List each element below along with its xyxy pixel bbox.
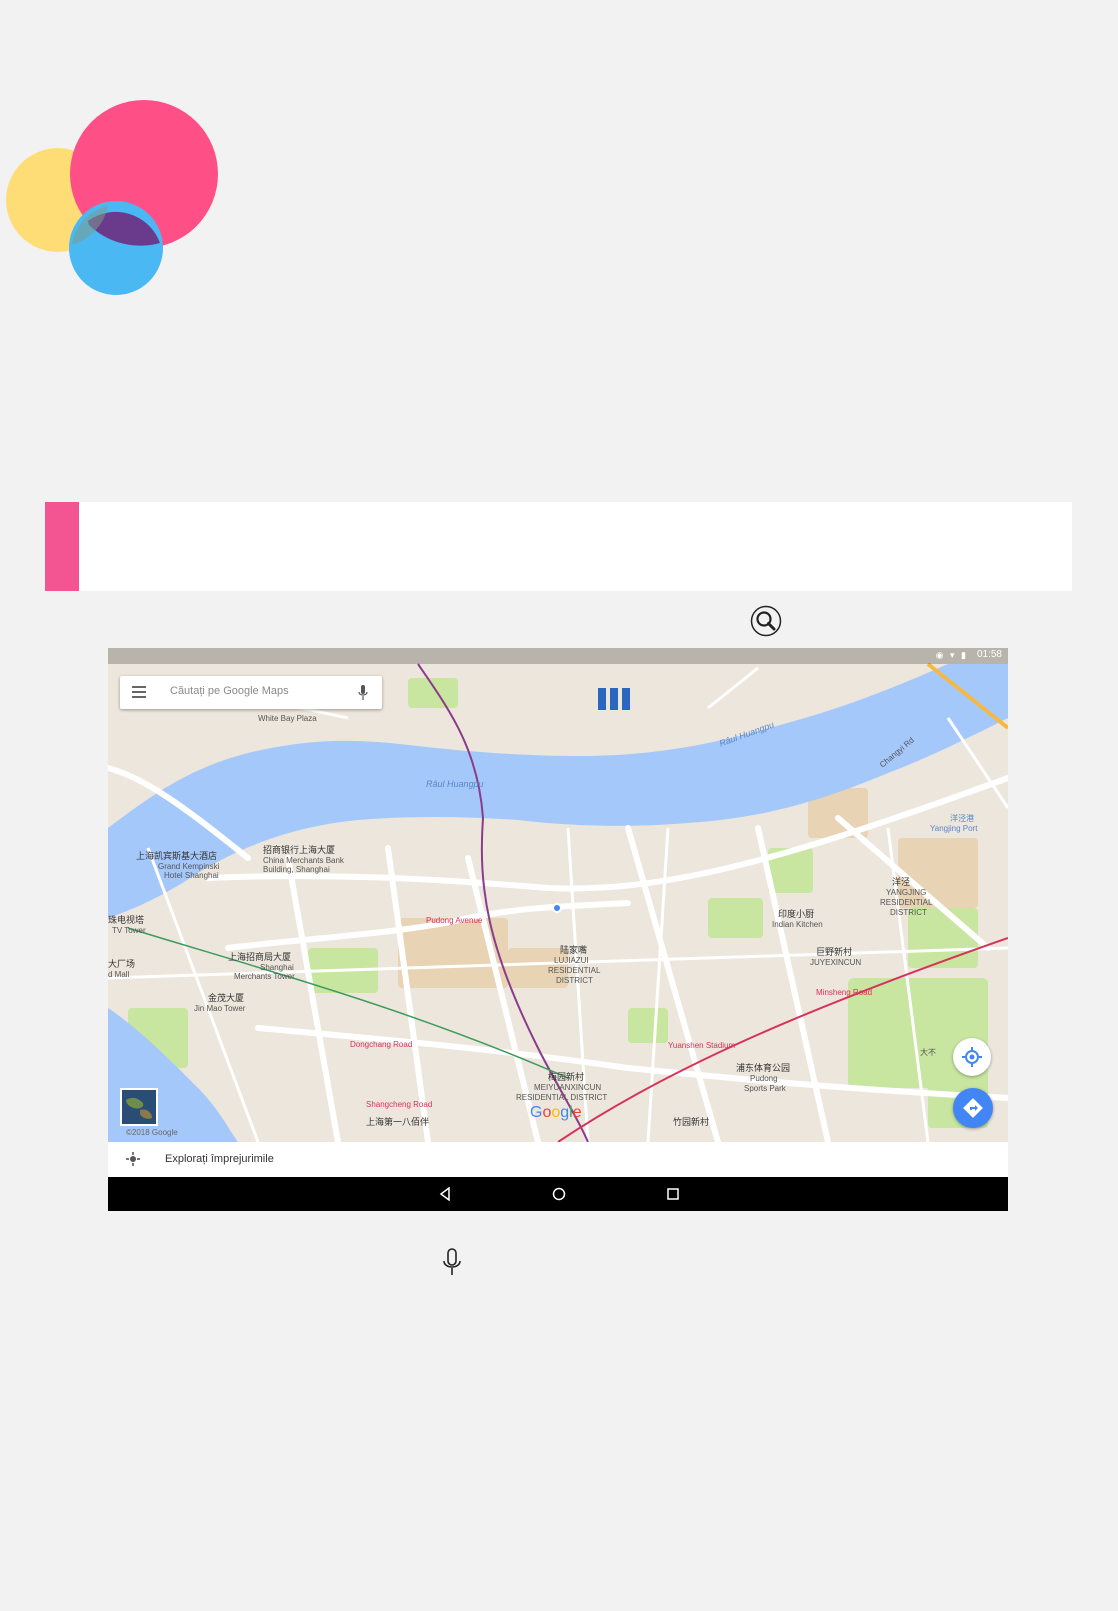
android-navbar <box>108 1177 1008 1211</box>
google-logo-letter: o <box>551 1104 561 1121</box>
map-label: Hotel Shanghai <box>164 871 219 880</box>
hamburger-menu-icon[interactable] <box>132 686 146 698</box>
nav-back-icon[interactable] <box>438 1187 452 1201</box>
map-label: 梅园新村 <box>548 1072 585 1082</box>
google-logo-text: Google <box>530 1104 582 1121</box>
map-label: White Bay Plaza <box>258 714 317 723</box>
map-label: 印度小厨 <box>778 909 815 919</box>
map-label: d Mall <box>108 970 130 979</box>
map-label: Merchants Tower <box>234 972 295 981</box>
section-header <box>45 502 1072 591</box>
map-label: Pudong Avenue <box>426 916 483 925</box>
search-icon <box>750 605 782 637</box>
nav-recent-icon[interactable] <box>666 1187 680 1201</box>
map-label: Pudong <box>750 1074 778 1083</box>
map-label: 竹园新村 <box>673 1117 710 1127</box>
my-location-dot <box>552 903 562 913</box>
status-bar: ◉ ▾ ▮ 01:58 <box>108 648 1008 664</box>
map-label: Indian Kitchen <box>772 920 823 929</box>
section-accent <box>45 502 79 591</box>
map-label: 珠电视塔 <box>108 915 145 925</box>
map-label: RESIDENTIAL <box>548 966 601 975</box>
map-label: Yuanshen Stadium <box>668 1041 736 1050</box>
status-time: 01:58 <box>976 649 1002 660</box>
map-label: 上海凯宾斯基大酒店 <box>136 851 218 861</box>
google-logo-letter: e <box>572 1104 582 1121</box>
port-blocks <box>598 688 630 710</box>
google-logo-letter: G <box>530 1104 543 1121</box>
google-logo-letter: g <box>560 1104 570 1121</box>
status-icons: ◉ ▾ ▮ <box>935 650 968 660</box>
map-label: DISTRICT <box>556 976 593 985</box>
microphone-icon <box>443 1248 461 1275</box>
map-label: 上海第一八佰伴 <box>366 1117 430 1127</box>
my-location-icon <box>962 1047 982 1067</box>
map-label: Building, Shanghai <box>263 865 330 874</box>
map-label: 上海招商局大厦 <box>228 952 292 962</box>
map-label: 浦东体育公园 <box>736 1063 791 1073</box>
explore-icon <box>126 1152 140 1166</box>
satellite-thumbnail[interactable] <box>120 1088 158 1126</box>
map-label: Sports Park <box>744 1084 786 1093</box>
google-logo: Google <box>530 1104 582 1122</box>
map-label: China Merchants Bank <box>263 856 344 865</box>
map-label: JUYEXINCUN <box>810 958 862 967</box>
map-label: 招商银行上海大厦 <box>263 845 336 855</box>
map-label: YANGJING <box>886 888 927 897</box>
map-label: DISTRICT <box>890 908 927 917</box>
globe-icon <box>122 1090 156 1124</box>
microphone-icon[interactable] <box>358 685 368 701</box>
my-location-button[interactable] <box>953 1038 991 1076</box>
map-canvas[interactable] <box>108 648 1008 1142</box>
map-label: 巨野新村 <box>816 947 853 957</box>
map-label: Yangjing Port <box>930 824 978 833</box>
directions-icon <box>963 1098 983 1118</box>
explore-sheet[interactable]: Explorați împrejurimile <box>108 1142 1008 1177</box>
map-label: RESIDENTIAL DISTRICT <box>516 1093 608 1102</box>
nav-home-icon[interactable] <box>552 1187 566 1201</box>
map-label: Shangcheng Road <box>366 1100 433 1109</box>
map-label-river: Râul Huangpu <box>426 779 484 789</box>
map-label: 大不 <box>920 1048 936 1057</box>
map-copyright: ©2018 Google <box>126 1128 178 1137</box>
map-label: 洋泾港 <box>950 814 974 823</box>
map-label: MEIYUANXINCUN <box>534 1083 602 1092</box>
map-label: Grand Kempinski <box>158 862 220 871</box>
map-label: Shanghai <box>260 963 294 972</box>
brand-logo <box>6 100 218 295</box>
map-label: Minsheng Road <box>816 988 873 997</box>
directions-button[interactable] <box>953 1088 993 1128</box>
map-label: Jin Mao Tower <box>194 1004 246 1013</box>
map-label: 洋泾 <box>892 877 911 887</box>
map-label: LUJIAZUI <box>554 956 589 965</box>
map-label: 大厂场 <box>108 959 136 969</box>
map-label: 陆家嘴 <box>560 945 588 955</box>
search-placeholder[interactable]: Căutați pe Google Maps <box>170 685 289 697</box>
map-label: Dongchang Road <box>350 1040 413 1049</box>
map-label: RESIDENTIAL <box>880 898 933 907</box>
map-label: TV Tower <box>112 926 146 935</box>
maps-screenshot: ◉ ▾ ▮ 01:58 Căutați pe Google Maps White… <box>108 648 1008 1211</box>
explore-label[interactable]: Explorați împrejurimile <box>165 1153 274 1165</box>
map-label: 金茂大厦 <box>208 993 245 1003</box>
search-box[interactable]: Căutați pe Google Maps <box>120 676 382 709</box>
